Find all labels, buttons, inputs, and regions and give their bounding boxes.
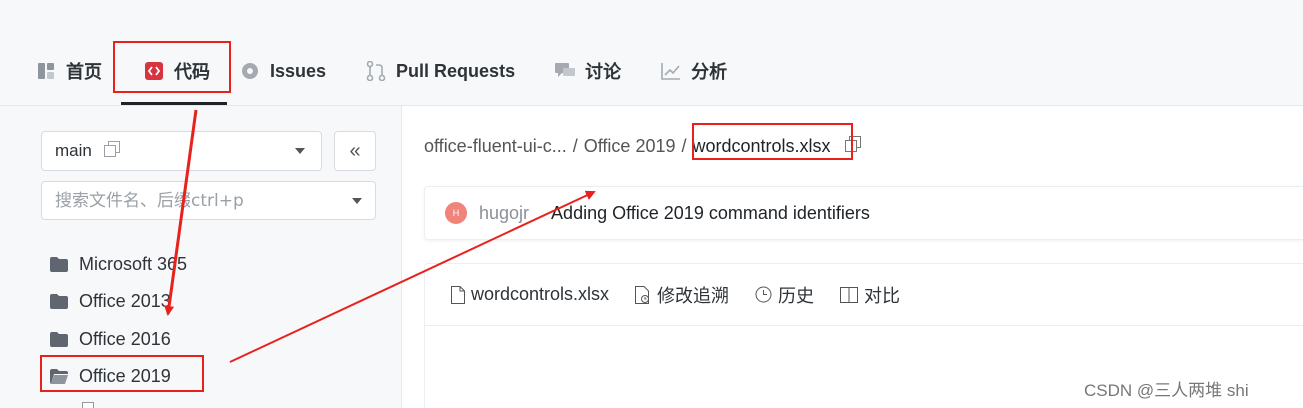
watermark: CSDN @三人两堆 shi (1084, 381, 1249, 400)
annotation-arrow-right (229, 190, 596, 363)
annotation-arrow-down (164, 109, 198, 316)
annotation-arrows (164, 109, 596, 363)
